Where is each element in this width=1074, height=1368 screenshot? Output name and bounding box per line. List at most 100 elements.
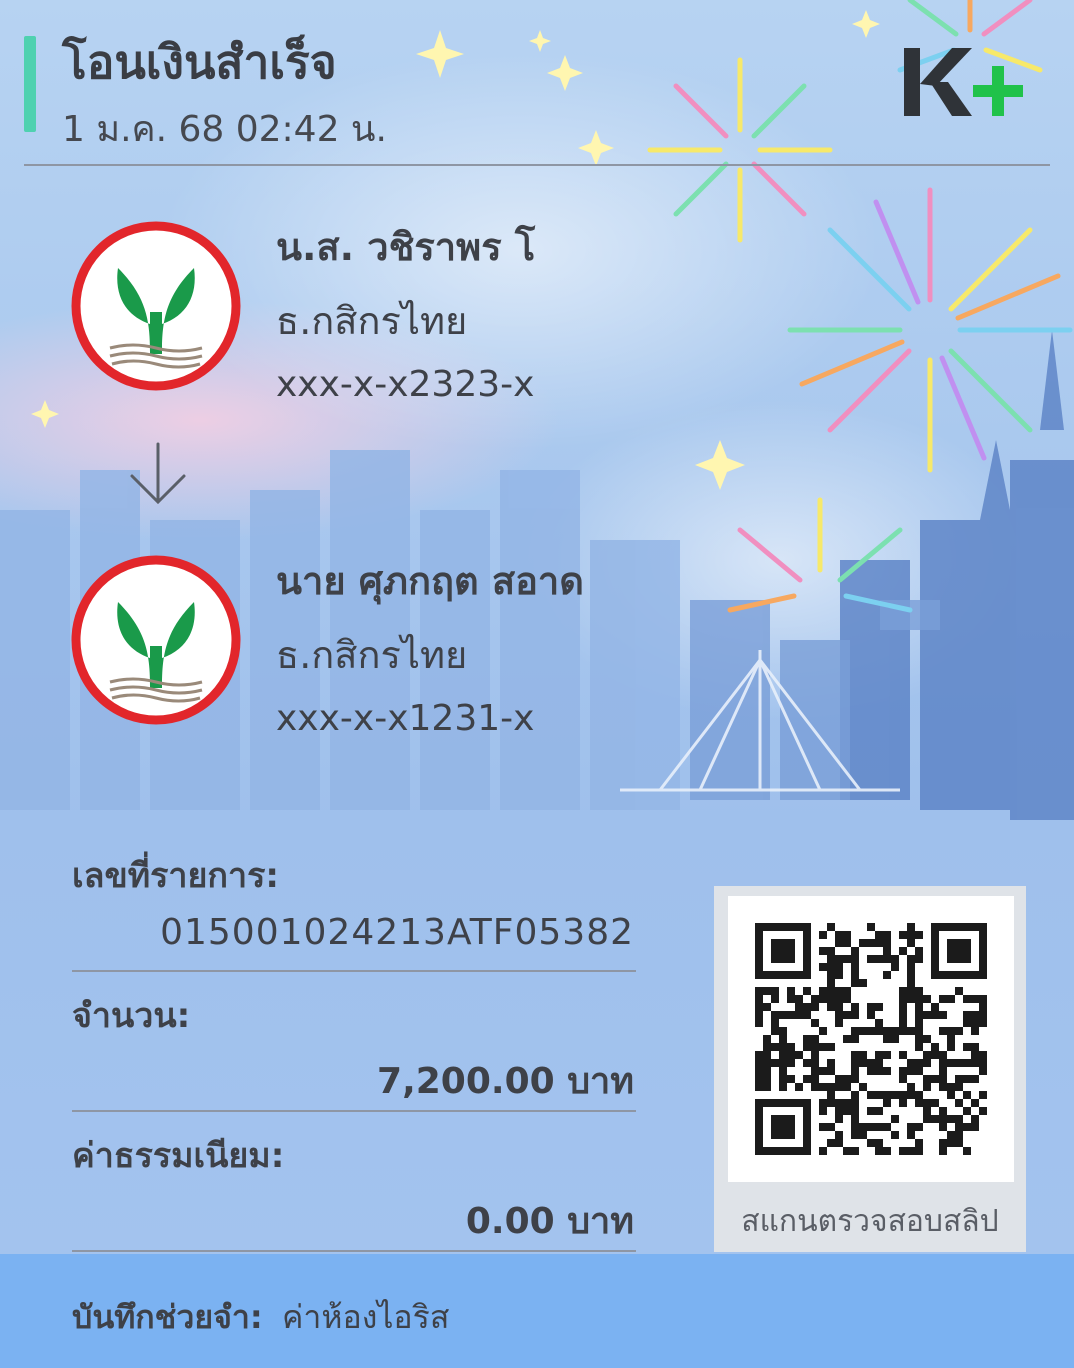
- row-divider: [72, 970, 636, 972]
- qr-module: [851, 1027, 859, 1035]
- qr-module: [907, 1147, 915, 1155]
- qr-module: [787, 1075, 795, 1083]
- qr-module: [867, 1003, 875, 1011]
- fee-label: ค่าธรรมเนียม:: [72, 1136, 285, 1176]
- qr-module: [763, 1083, 771, 1091]
- qr-module: [851, 1051, 859, 1059]
- qr-finder-module: [979, 955, 987, 963]
- qr-module: [875, 1027, 883, 1035]
- qr-module: [971, 1011, 979, 1019]
- qr-finder-module: [971, 923, 979, 931]
- qr-module: [835, 1131, 843, 1139]
- qr-module: [923, 995, 931, 1003]
- qr-module: [851, 1147, 859, 1155]
- qr-module: [931, 1003, 939, 1011]
- qr-module: [811, 1067, 819, 1075]
- qr-module: [915, 1147, 923, 1155]
- qr-module: [979, 1019, 987, 1027]
- qr-finder-module: [787, 1099, 795, 1107]
- qr-module: [899, 1075, 907, 1083]
- qr-module: [811, 1051, 819, 1059]
- qr-module: [939, 1075, 947, 1083]
- qr-module: [947, 1059, 955, 1067]
- qr-module: [755, 1075, 763, 1083]
- qr-module: [979, 1059, 987, 1067]
- qr-module: [971, 1099, 979, 1107]
- qr-finder-module: [779, 1131, 787, 1139]
- receiver-section: นาย ศุภกฤต สอาด ธ.กสิกรไทย xxx-x-x1231-x: [70, 550, 670, 750]
- qr-finder-module: [795, 971, 803, 979]
- qr-module: [899, 1067, 907, 1075]
- qr-module: [787, 1043, 795, 1051]
- qr-module: [899, 1091, 907, 1099]
- qr-module: [883, 1027, 891, 1035]
- qr-module: [923, 1075, 931, 1083]
- qr-module: [779, 1051, 787, 1059]
- reference-label: เลขที่รายการ:: [72, 856, 279, 896]
- qr-module: [899, 1019, 907, 1027]
- qr-module: [955, 987, 963, 995]
- qr-module: [899, 1027, 907, 1035]
- qr-module: [835, 995, 843, 1003]
- qr-module: [843, 931, 851, 939]
- qr-module: [771, 1011, 779, 1019]
- qr-module: [899, 931, 907, 939]
- qr-module: [971, 1019, 979, 1027]
- qr-module: [875, 939, 883, 947]
- qr-module: [819, 987, 827, 995]
- qr-module: [779, 1083, 787, 1091]
- qr-code-icon[interactable]: [728, 896, 1014, 1182]
- qr-module: [979, 995, 987, 1003]
- qr-module: [819, 1107, 827, 1115]
- qr-module: [883, 1035, 891, 1043]
- qr-finder-module: [795, 923, 803, 931]
- qr-module: [891, 963, 899, 971]
- qr-finder-module: [803, 923, 811, 931]
- qr-module: [763, 1043, 771, 1051]
- qr-module: [851, 979, 859, 987]
- qr-finder-module: [779, 1147, 787, 1155]
- qr-finder-module: [779, 955, 787, 963]
- qr-module: [875, 1019, 883, 1027]
- qr-module: [979, 1067, 987, 1075]
- qr-finder-module: [755, 1123, 763, 1131]
- qr-module: [939, 1067, 947, 1075]
- qr-module: [939, 1115, 947, 1123]
- qr-module: [947, 1115, 955, 1123]
- transaction-datetime: 1 ม.ค. 68 02:42 น.: [62, 109, 387, 150]
- qr-module: [971, 1115, 979, 1123]
- qr-finder-module: [755, 1139, 763, 1147]
- qr-finder-module: [979, 939, 987, 947]
- reference-value: 015001024213ATF05382: [160, 912, 634, 953]
- qr-module: [955, 1083, 963, 1091]
- qr-module: [907, 995, 915, 1003]
- qr-module: [899, 1011, 907, 1019]
- qr-module: [891, 1091, 899, 1099]
- qr-module: [843, 987, 851, 995]
- fee-value: 0.00 บาท: [465, 1201, 634, 1242]
- qr-module: [779, 1067, 787, 1075]
- amount-label: จำนวน:: [72, 996, 191, 1036]
- qr-module: [811, 1083, 819, 1091]
- qr-module: [915, 995, 923, 1003]
- qr-verify-panel[interactable]: สแกนตรวจสอบสลิป: [714, 886, 1026, 1252]
- qr-module: [803, 1011, 811, 1019]
- qr-module: [771, 995, 779, 1003]
- qr-finder-module: [803, 1131, 811, 1139]
- qr-module: [835, 1003, 843, 1011]
- qr-module: [803, 1043, 811, 1051]
- qr-finder-module: [755, 931, 763, 939]
- amount-value: 7,200.00 บาท: [377, 1061, 634, 1102]
- qr-module: [835, 939, 843, 947]
- qr-finder-module: [963, 971, 971, 979]
- qr-module: [867, 1027, 875, 1035]
- qr-module: [939, 1123, 947, 1131]
- qr-module: [771, 1059, 779, 1067]
- qr-finder-module: [971, 971, 979, 979]
- qr-finder-module: [795, 1099, 803, 1107]
- qr-module: [779, 1027, 787, 1035]
- qr-module: [875, 1059, 883, 1067]
- qr-module: [875, 1067, 883, 1075]
- qr-module: [923, 1107, 931, 1115]
- qr-module: [755, 995, 763, 1003]
